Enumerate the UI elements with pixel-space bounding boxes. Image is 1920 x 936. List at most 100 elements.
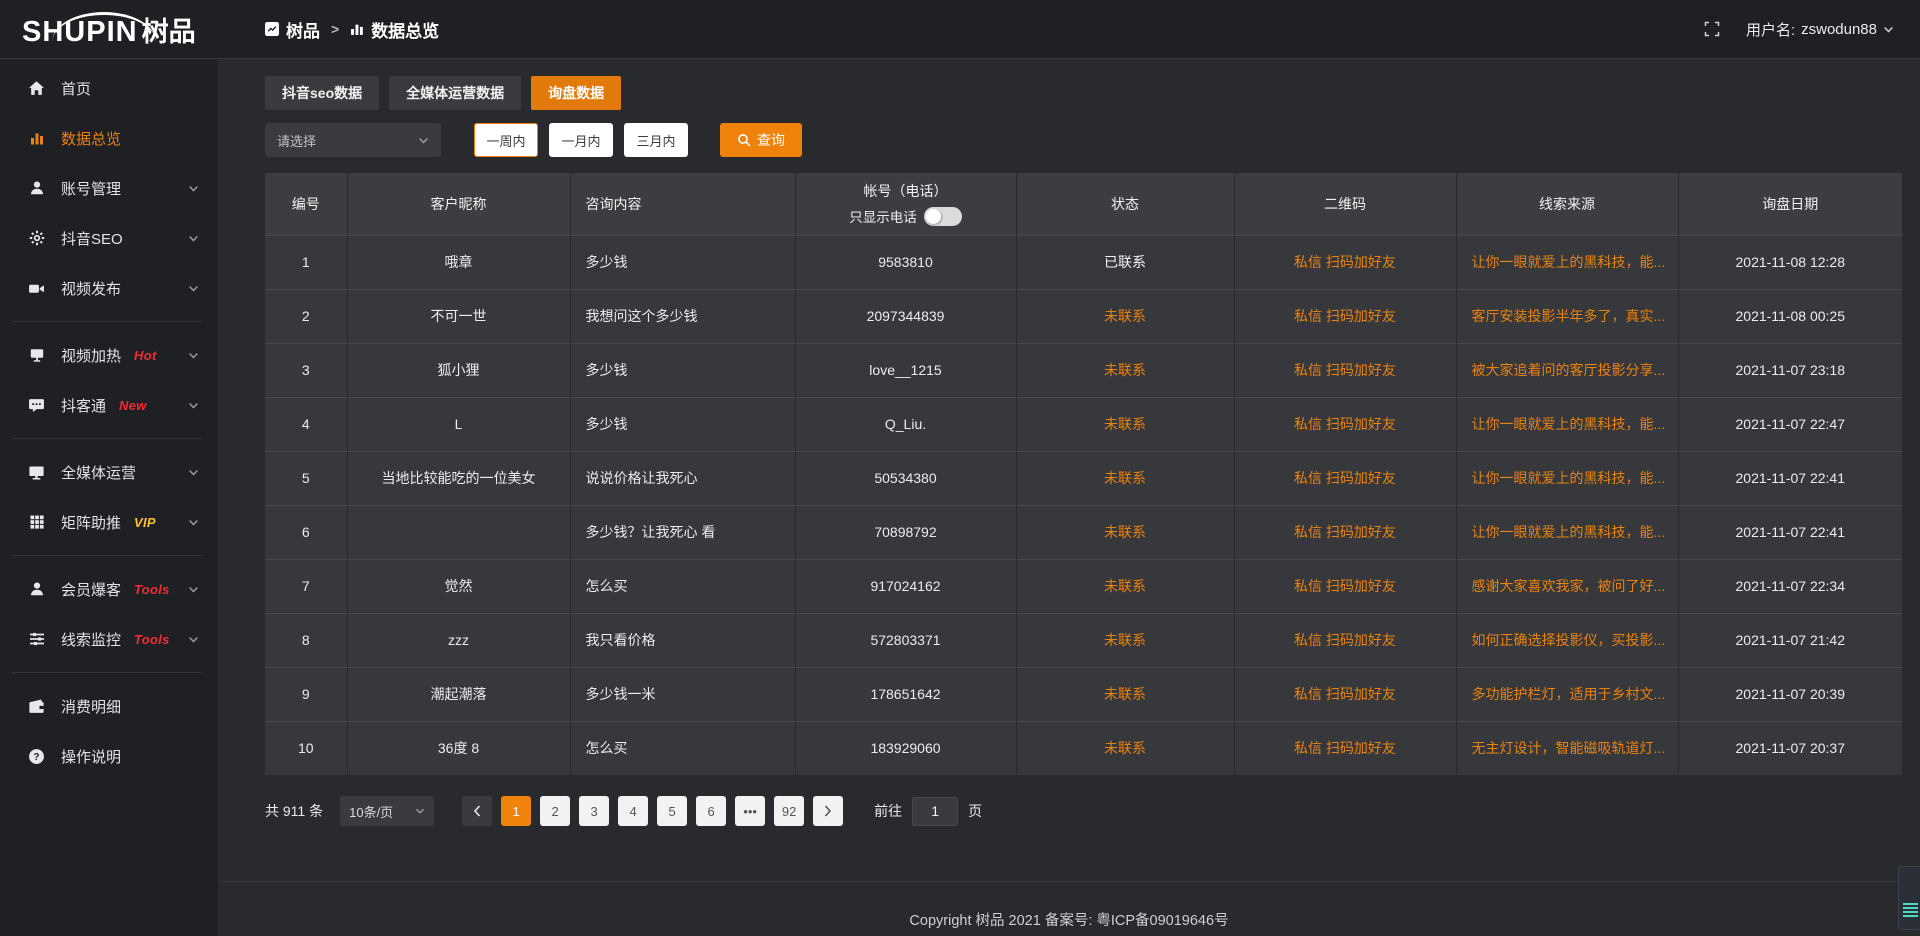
- page-button-92[interactable]: 92: [774, 796, 804, 826]
- page-button-2[interactable]: 2: [540, 796, 570, 826]
- cell-nickname: L: [347, 397, 570, 451]
- cell-content: 我只看价格: [570, 613, 795, 667]
- cell-content: 说说价格让我死心: [570, 451, 795, 505]
- sidebar-item-person[interactable]: 会员爆客Tools: [0, 564, 218, 614]
- main-content: 抖音seo数据全媒体运营数据询盘数据 请选择 一周内一月内三月内 查询: [218, 59, 1920, 936]
- sidebar-item-badge: Tools: [134, 582, 170, 597]
- cell-source-link[interactable]: 被大家追着问的客厅投影分享...: [1456, 343, 1678, 397]
- cell-source-link[interactable]: 无主灯设计，智能磁吸轨道灯...: [1456, 721, 1678, 775]
- cell-content: 多少钱一米: [570, 667, 795, 721]
- chevron-down-icon: [418, 135, 429, 146]
- col-header-source: 线索来源: [1456, 173, 1678, 235]
- fullscreen-icon[interactable]: [1704, 21, 1720, 37]
- cell-nickname: [347, 505, 570, 559]
- cell-qrcode-link[interactable]: 私信 扫码加好友: [1234, 505, 1456, 559]
- cell-qrcode-link[interactable]: 私信 扫码加好友: [1234, 559, 1456, 613]
- sidebar-item-wallet[interactable]: 消费明细: [0, 681, 218, 731]
- sidebar-item-screen[interactable]: 视频加热Hot: [0, 330, 218, 380]
- cell-no: 4: [265, 397, 347, 451]
- sidebar-item-home[interactable]: 首页: [0, 63, 218, 113]
- cell-source-link[interactable]: 让你一眼就爱上的黑科技，能...: [1456, 505, 1678, 559]
- range-button-2[interactable]: 三月内: [624, 123, 688, 157]
- page-size-select[interactable]: 10条/页: [340, 796, 434, 826]
- table-row: 7觉然怎么买917024162未联系私信 扫码加好友感谢大家喜欢我家，被问了好.…: [265, 559, 1902, 613]
- video-icon: [27, 280, 46, 297]
- table-row: 3狐小狸多少钱love__1215未联系私信 扫码加好友被大家追着问的客厅投影分…: [265, 343, 1902, 397]
- cell-qrcode-link[interactable]: 私信 扫码加好友: [1234, 613, 1456, 667]
- sidebar-item-user[interactable]: 账号管理: [0, 163, 218, 213]
- cell-account: 50534380: [795, 451, 1016, 505]
- cell-qrcode-link[interactable]: 私信 扫码加好友: [1234, 721, 1456, 775]
- phone-only-toggle[interactable]: [924, 207, 962, 226]
- sidebar-item-gear[interactable]: 抖音SEO: [0, 213, 218, 263]
- page-ellipsis[interactable]: •••: [735, 796, 765, 826]
- page-button-5[interactable]: 5: [657, 796, 687, 826]
- chevron-down-icon: [188, 517, 199, 528]
- cell-source-link[interactable]: 让你一眼就爱上的黑科技，能...: [1456, 235, 1678, 289]
- cell-no: 10: [265, 721, 347, 775]
- cell-date: 2021-11-07 20:39: [1678, 667, 1902, 721]
- page-button-6[interactable]: 6: [696, 796, 726, 826]
- page-button-3[interactable]: 3: [579, 796, 609, 826]
- username-label: 用户名:: [1746, 19, 1795, 40]
- cell-nickname: 哦章: [347, 235, 570, 289]
- cell-no: 2: [265, 289, 347, 343]
- chat-icon: [27, 397, 46, 414]
- cell-content: 多少钱: [570, 343, 795, 397]
- page-button-1[interactable]: 1: [501, 796, 531, 826]
- cell-qrcode-link[interactable]: 私信 扫码加好友: [1234, 343, 1456, 397]
- cell-account: 917024162: [795, 559, 1016, 613]
- cell-qrcode-link[interactable]: 私信 扫码加好友: [1234, 397, 1456, 451]
- goto-page-input[interactable]: [912, 797, 958, 826]
- status-badge: 未联系: [1016, 451, 1234, 505]
- sidebar-item-grid[interactable]: 矩阵助推VIP: [0, 497, 218, 547]
- username-menu[interactable]: 用户名: zswodun88: [1746, 19, 1894, 40]
- cell-source-link[interactable]: 如何正确选择投影仪，买投影...: [1456, 613, 1678, 667]
- range-button-1[interactable]: 一月内: [549, 123, 613, 157]
- table-row: 6多少钱？让我死心 看70898792未联系私信 扫码加好友让你一眼就爱上的黑科…: [265, 505, 1902, 559]
- sidebar-item-question[interactable]: ?操作说明: [0, 731, 218, 781]
- next-page-button[interactable]: [813, 796, 843, 826]
- cell-source-link[interactable]: 让你一眼就爱上的黑科技，能...: [1456, 451, 1678, 505]
- status-badge: 未联系: [1016, 667, 1234, 721]
- tab-1[interactable]: 全媒体运营数据: [389, 76, 521, 110]
- chevron-down-icon: [188, 467, 199, 478]
- page-button-4[interactable]: 4: [618, 796, 648, 826]
- floating-widget[interactable]: [1898, 866, 1920, 930]
- range-button-0[interactable]: 一周内: [474, 123, 538, 157]
- filter-select[interactable]: 请选择: [265, 123, 441, 157]
- cell-source-link[interactable]: 让你一眼就爱上的黑科技，能...: [1456, 397, 1678, 451]
- breadcrumb-page[interactable]: 数据总览: [371, 17, 439, 42]
- sidebar-item-sliders[interactable]: 线索监控Tools: [0, 614, 218, 664]
- sidebar-item-label: 视频发布: [61, 278, 121, 299]
- sidebar-item-chart[interactable]: 数据总览: [0, 113, 218, 163]
- prev-page-button[interactable]: [462, 796, 492, 826]
- brand-logo[interactable]: SHUPIN 树品: [0, 10, 218, 49]
- footer: Copyright 树品 2021 备案号: 粤ICP备09019646号: [218, 881, 1920, 930]
- breadcrumb-app[interactable]: 树品: [286, 17, 320, 42]
- gear-icon: [27, 230, 46, 246]
- cell-qrcode-link[interactable]: 私信 扫码加好友: [1234, 667, 1456, 721]
- toggle-knob: [926, 209, 941, 224]
- username-value: zswodun88: [1801, 21, 1877, 38]
- cell-qrcode-link[interactable]: 私信 扫码加好友: [1234, 289, 1456, 343]
- inquiry-table: 编号 客户昵称 咨询内容 帐号（电话） 只显示电话 状态 二维码 线索来源 询盘…: [265, 173, 1902, 775]
- col-header-no: 编号: [265, 173, 347, 235]
- tab-0[interactable]: 抖音seo数据: [265, 76, 379, 110]
- col-header-content: 咨询内容: [570, 173, 795, 235]
- page-buttons: 123456 ••• 92: [492, 796, 804, 826]
- cell-source-link[interactable]: 感谢大家喜欢我家，被问了好...: [1456, 559, 1678, 613]
- sidebar-item-video[interactable]: 视频发布: [0, 263, 218, 313]
- cell-source-link[interactable]: 客厅安装投影半年多了，真实...: [1456, 289, 1678, 343]
- search-icon: [737, 133, 751, 147]
- col-header-account: 帐号（电话） 只显示电话: [795, 173, 1016, 235]
- sidebar-item-monitor[interactable]: 全媒体运营: [0, 447, 218, 497]
- search-button[interactable]: 查询: [720, 123, 802, 157]
- sidebar-item-chat[interactable]: 抖客通New: [0, 380, 218, 430]
- cell-qrcode-link[interactable]: 私信 扫码加好友: [1234, 451, 1456, 505]
- cell-qrcode-link[interactable]: 私信 扫码加好友: [1234, 235, 1456, 289]
- cell-source-link[interactable]: 多功能护栏灯，适用于乡村文...: [1456, 667, 1678, 721]
- sidebar-item-label: 首页: [61, 78, 91, 99]
- sidebar-item-label: 操作说明: [61, 746, 121, 767]
- tab-2[interactable]: 询盘数据: [531, 76, 621, 110]
